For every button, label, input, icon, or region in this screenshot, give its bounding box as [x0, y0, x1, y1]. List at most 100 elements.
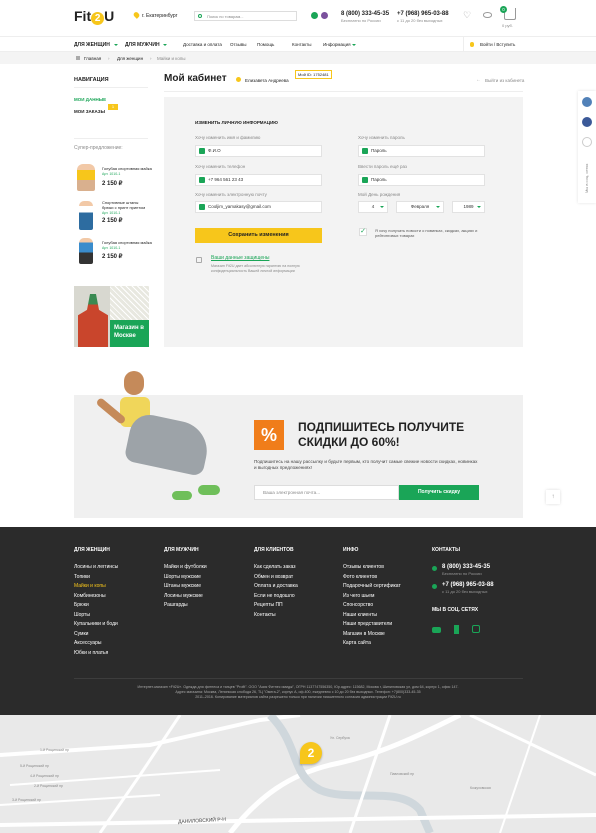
footer-link[interactable]: Штаны мужские	[164, 583, 207, 589]
map[interactable]: ДАНИЛОВСКИЙ Р-Н 1-й Рощинский пр 5-й Рощ…	[0, 715, 596, 833]
footer-link[interactable]: Если не подошло	[254, 593, 298, 599]
footer-link[interactable]: Из чего шьем	[343, 593, 401, 599]
password2-field[interactable]: Пароль	[358, 174, 485, 186]
moscow-store-banner[interactable]: Магазин в Москве	[74, 286, 149, 347]
footer-link[interactable]: Магазин в Москве	[343, 631, 401, 637]
map-label: 2-й Рощинский пр	[34, 784, 63, 788]
map-label: Павловский пр	[390, 772, 415, 776]
footer-link[interactable]: Купальники и боди	[74, 621, 118, 627]
user-id-badge: Мой ID: 1752481	[295, 70, 332, 79]
footer-link[interactable]: Сумки	[74, 631, 118, 637]
breadcrumb-home[interactable]: Главная	[84, 56, 101, 62]
email-field[interactable]: Cooljim_yamakasy@gmail.com	[195, 201, 322, 213]
map-roads	[0, 715, 596, 833]
footer-link[interactable]: Лосины и леггинсы	[74, 564, 118, 570]
year-select[interactable]: 1989	[452, 201, 485, 213]
footer-link-active[interactable]: Майки и копы	[74, 583, 118, 589]
user-icon	[199, 148, 205, 154]
phone-2[interactable]: +7 (968) 965-03-88	[397, 11, 449, 17]
product-sku: Арт. 1010-1	[102, 246, 121, 250]
search-icon	[198, 14, 202, 18]
nav-delivery[interactable]: Доставка и оплата	[183, 42, 222, 48]
product-price: 2 150 ₽	[102, 181, 123, 187]
model-shoe	[172, 491, 192, 500]
instagram-icon[interactable]	[582, 137, 592, 147]
footer-link[interactable]: Лосины мужские	[164, 593, 207, 599]
phone-1[interactable]: 8 (800) 333-45-35	[341, 11, 389, 17]
nav-help[interactable]: Помощь	[257, 42, 274, 48]
main-nav: ДЛЯ ЖЕНЩИН ДЛЯ МУЖЧИН Доставка и оплата …	[0, 36, 596, 52]
sidebar-item-my-orders[interactable]: МОИ ЗАКАЗЫ	[74, 109, 105, 115]
footer-link[interactable]: Брюки	[74, 602, 118, 608]
footer-link[interactable]: Аксессуары	[74, 640, 118, 646]
password-field[interactable]: Пароль	[358, 145, 485, 157]
month-select[interactable]: Февраля	[396, 201, 444, 213]
facebook-icon[interactable]	[454, 625, 459, 634]
product-image	[77, 164, 95, 191]
footer-link[interactable]: Спонсорство	[343, 602, 401, 608]
map-fragment	[110, 286, 149, 320]
footer-link[interactable]: Майки и футболки	[164, 564, 207, 570]
eye-icon[interactable]	[483, 12, 492, 18]
footer-link[interactable]: Обмен и возврат	[254, 574, 298, 580]
footer-link[interactable]: Карта сайта	[343, 640, 401, 646]
logout-link[interactable]: Выйти из кабинета	[485, 78, 524, 84]
footer-phone-1-note: Бесплатно по России	[442, 571, 482, 576]
footer-link[interactable]: Рашгарды	[164, 602, 207, 608]
chevron-down-icon	[163, 44, 167, 46]
subscribe-button[interactable]: Получить скидку	[399, 485, 479, 500]
product-name: Спортивные штаны брюки с принт принтом	[102, 200, 146, 210]
logo[interactable]: Fit 2 U	[74, 8, 114, 25]
footer-link[interactable]: Шорты мужские	[164, 574, 207, 580]
viber-icon[interactable]	[321, 12, 328, 19]
subscribe-email-input[interactable]: Ваша электронная почта...	[254, 485, 399, 500]
news-checkbox[interactable]: ✓	[359, 228, 367, 236]
footer-link[interactable]: Наши клиенты	[343, 612, 401, 618]
footer-link[interactable]: Фото клиентов	[343, 574, 401, 580]
sidebar-item-my-data[interactable]: МОИ ДАННЫЕ	[74, 97, 106, 103]
profile-form: ИЗМЕНИТЬ ЛИЧНУЮ ИНФОРМАЦИЮ Хочу изменить…	[164, 97, 523, 347]
footer-link[interactable]: Оплата и доставка	[254, 583, 298, 589]
footer-col-title: ДЛЯ ЖЕНЩИН	[74, 547, 110, 553]
city-selector[interactable]: г. Екатеринбург	[142, 13, 177, 19]
heart-icon[interactable]: ♡	[463, 11, 471, 20]
map-pin[interactable]: 2	[300, 742, 322, 764]
facebook-icon[interactable]	[582, 117, 592, 127]
footer-link[interactable]: Рецепты ПП	[254, 602, 298, 608]
vk-icon[interactable]	[582, 97, 592, 107]
footer-link[interactable]: Отзывы клиентов	[343, 564, 401, 570]
save-button[interactable]: Сохранить изменения	[195, 228, 322, 243]
phone-field[interactable]: +7 964 561 23 43	[195, 174, 322, 186]
whatsapp-icon[interactable]	[311, 12, 318, 19]
instagram-icon[interactable]	[472, 625, 480, 633]
nav-contacts[interactable]: Контакты	[292, 42, 311, 48]
password-label: Хочу изменить пароль	[358, 135, 405, 140]
footer-link[interactable]: Комбинезоны	[74, 593, 118, 599]
day-select[interactable]: 4	[358, 201, 388, 213]
footer-link[interactable]: Контакты	[254, 612, 298, 618]
nav-men[interactable]: ДЛЯ МУЖЧИН	[125, 42, 160, 48]
nav-reviews[interactable]: Отзывы	[230, 42, 246, 48]
login-link[interactable]: Войти / Вступить	[480, 42, 515, 48]
phone-icon	[432, 584, 437, 589]
footer-phone-1[interactable]: 8 (800) 333-45-35	[442, 564, 490, 570]
footer-link[interactable]: Топики	[74, 574, 118, 580]
breadcrumb: Главная › Для женщин › Майки и копы	[0, 52, 596, 64]
breadcrumb-women[interactable]: Для женщин	[117, 56, 143, 62]
footer-phone-2[interactable]: +7 (968) 965-03-88	[442, 582, 494, 588]
phone-1-note: Бесплатно по России	[341, 18, 381, 23]
footer-link[interactable]: Подарочный сертификат	[343, 583, 401, 589]
phone-icon	[432, 566, 437, 571]
name-field[interactable]: Ф.И.О	[195, 145, 322, 157]
scroll-top-button[interactable]: ↑	[546, 490, 560, 504]
footer-link[interactable]: Как сделать заказ	[254, 564, 298, 570]
nav-info[interactable]: Информация	[323, 42, 351, 48]
email-label: Хочу изменить электронную почту	[195, 192, 267, 197]
vk-icon[interactable]	[432, 627, 441, 633]
footer-link[interactable]: Шорты	[74, 612, 118, 618]
search-input[interactable]: Поиск по товарам...	[194, 11, 297, 21]
nav-women[interactable]: ДЛЯ ЖЕНЩИН	[74, 42, 110, 48]
footer-link[interactable]: Юбки и платья	[74, 650, 118, 656]
footer-link[interactable]: Наши представители	[343, 621, 401, 627]
cart-count-badge: 0	[500, 6, 507, 13]
